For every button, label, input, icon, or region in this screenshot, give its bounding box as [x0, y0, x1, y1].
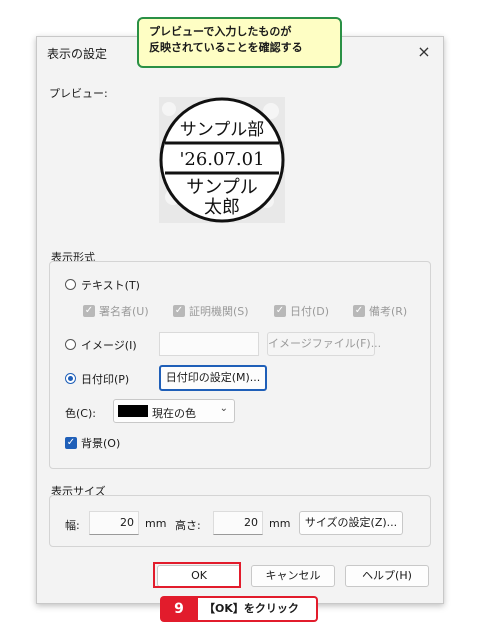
date-stamp-image: サンプル部 '26.07.01 サンプル 太郎 — [159, 97, 285, 223]
color-select[interactable]: 現在の色 ⌄ — [113, 399, 235, 423]
checkbox-signer[interactable]: ✓ — [83, 305, 95, 317]
callout-line-2: 反映されていることを確認する — [149, 41, 303, 54]
date-stamp-option-label: 日付印(P) — [81, 373, 130, 386]
image-path-field[interactable] — [159, 332, 259, 356]
height-unit: mm — [269, 517, 291, 530]
background-label: 背景(O) — [81, 437, 121, 450]
chevron-down-icon: ⌄ — [219, 403, 228, 414]
size-settings-button[interactable]: サイズの設定(Z)... — [299, 511, 403, 535]
checkbox-date[interactable]: ✓ — [274, 305, 286, 317]
color-label: 色(C): — [65, 407, 96, 420]
ok-highlight-frame — [153, 562, 241, 588]
width-label: 幅: — [65, 519, 80, 532]
stamp-date-text: '26.07.01 — [179, 149, 264, 170]
checkbox-remarks[interactable]: ✓ — [353, 305, 365, 317]
image-file-button[interactable]: イメージファイル(F)... — [267, 332, 381, 356]
stamp-preview: サンプル部 '26.07.01 サンプル 太郎 — [159, 97, 285, 223]
instruction-callout: プレビューで入力したものが 反映されていることを確認する — [137, 17, 342, 68]
image-option-label: イメージ(I) — [81, 339, 137, 352]
stamp-bottom-text-1: サンプル — [186, 177, 257, 198]
close-icon[interactable]: × — [411, 41, 437, 63]
help-button[interactable]: ヘルプ(H) — [345, 565, 429, 587]
remarks-label: 備考(R) — [369, 305, 408, 318]
signer-label: 署名者(U) — [99, 305, 149, 318]
checkbox-certifier[interactable]: ✓ — [173, 305, 185, 317]
step-number-badge: 9 — [160, 596, 198, 622]
radio-image[interactable] — [65, 339, 76, 350]
stamp-bottom-text-2: 太郎 — [204, 197, 240, 218]
settings-dialog: 表示の設定 × プレビュー: サンプル部 '26.07.01 サンプル 太郎 表… — [36, 36, 444, 604]
certifier-label: 証明機関(S) — [189, 305, 249, 318]
step-instruction: 【OK】をクリック — [198, 596, 318, 622]
text-option-label: テキスト(T) — [81, 279, 140, 292]
cancel-button[interactable]: キャンセル — [251, 565, 335, 587]
stamp-top-text: サンプル部 — [180, 120, 265, 140]
radio-text[interactable] — [65, 279, 76, 290]
preview-label: プレビュー: — [49, 87, 108, 100]
date-stamp-settings-button[interactable]: 日付印の設定(M)... — [159, 365, 267, 391]
date-label: 日付(D) — [290, 305, 330, 318]
radio-date-stamp[interactable] — [65, 373, 76, 384]
color-swatch — [118, 405, 148, 417]
checkbox-background[interactable]: ✓ — [65, 437, 77, 449]
height-field[interactable]: 20 — [213, 511, 263, 535]
dialog-title: 表示の設定 — [47, 47, 108, 61]
height-label: 高さ: — [175, 519, 201, 532]
width-field[interactable]: 20 — [89, 511, 139, 535]
color-value: 現在の色 — [152, 407, 196, 420]
width-unit: mm — [145, 517, 167, 530]
callout-line-1: プレビューで入力したものが — [149, 25, 292, 38]
